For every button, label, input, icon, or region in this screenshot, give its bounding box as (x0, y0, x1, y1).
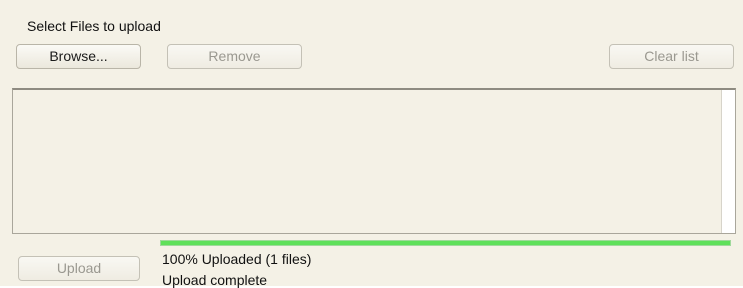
file-list[interactable] (12, 88, 736, 234)
file-list-scrollbar[interactable] (721, 90, 735, 233)
remove-button[interactable]: Remove (167, 44, 302, 69)
upload-button[interactable]: Upload (18, 256, 140, 281)
upload-progress-fill (161, 241, 730, 245)
clear-list-button[interactable]: Clear list (609, 44, 734, 69)
upload-summary-text: 100% Uploaded (1 files) (162, 251, 312, 267)
panel-title: Select Files to upload (27, 18, 161, 34)
upload-panel: Select Files to upload Browse... Remove … (0, 0, 743, 288)
upload-progress-bar (160, 240, 731, 246)
browse-button[interactable]: Browse... (16, 44, 141, 69)
